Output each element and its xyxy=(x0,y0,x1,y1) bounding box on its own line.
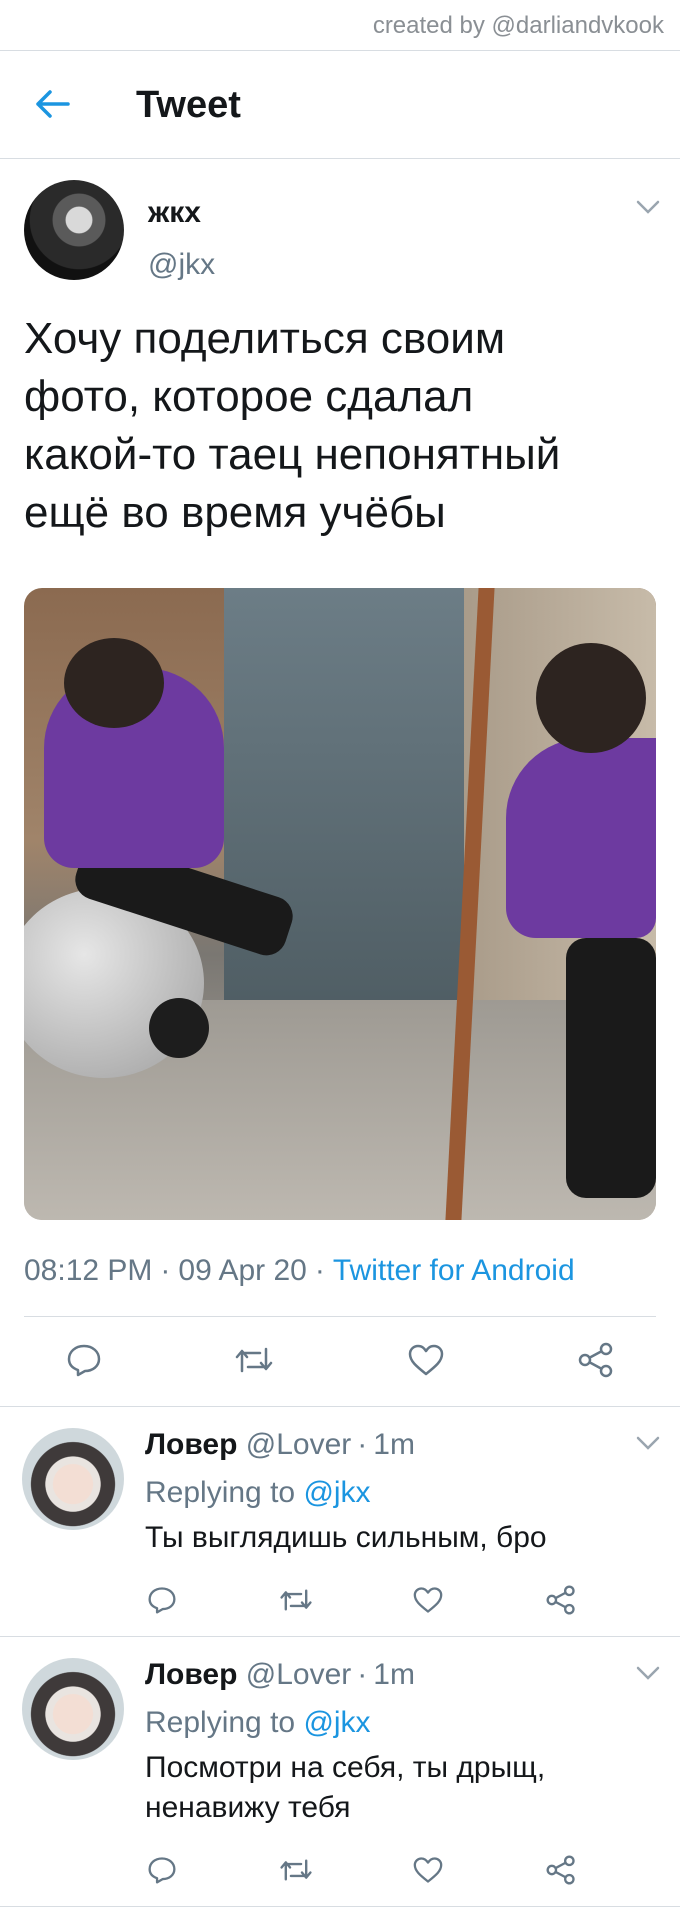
photo-kettlebell xyxy=(149,998,209,1058)
reply-avatar[interactable] xyxy=(22,1428,124,1530)
tweet-text-line: Хочу поделиться своим xyxy=(24,314,506,363)
reply-author-handle[interactable]: @Lover xyxy=(246,1428,352,1461)
author-name[interactable]: жкх xyxy=(148,196,201,230)
reply-text-line: ненавижу тебя xyxy=(145,1791,351,1824)
photo-person-head xyxy=(64,638,164,728)
meta-separator: · xyxy=(357,1658,368,1691)
tweet-photo[interactable] xyxy=(24,588,656,1220)
replying-to: Replying to @jkx xyxy=(145,1476,371,1510)
share-icon[interactable] xyxy=(533,1842,589,1898)
divider xyxy=(0,1906,680,1907)
reply-header: Ловер @Lover · 1m xyxy=(145,1658,415,1692)
tweet-meta: 08:12 PM · 09 Apr 20 · Twitter for Android xyxy=(24,1254,575,1288)
like-icon[interactable] xyxy=(398,1332,454,1388)
author-avatar[interactable] xyxy=(24,180,124,280)
tweet-text-line: фото, которое сдалал xyxy=(24,372,474,421)
meta-separator: · xyxy=(160,1254,171,1287)
replying-label: Replying to xyxy=(145,1476,296,1509)
meta-separator: · xyxy=(314,1254,325,1287)
reply-icon[interactable] xyxy=(134,1842,190,1898)
reply-author-name[interactable]: Ловер xyxy=(145,1658,237,1691)
reply-header: Ловер @Lover · 1m xyxy=(145,1428,415,1462)
reply-actions xyxy=(0,1842,680,1898)
divider xyxy=(0,1406,680,1407)
author-handle[interactable]: @jkx xyxy=(148,248,215,282)
tweet-text-line: ещё во время учёбы xyxy=(24,488,446,537)
share-icon[interactable] xyxy=(568,1332,624,1388)
tweet-text: Хочу поделиться своим фото, которое сдал… xyxy=(24,310,654,542)
reply-text: Посмотри на себя, ты дрыщ, ненавижу тебя xyxy=(145,1748,545,1828)
retweet-icon[interactable] xyxy=(268,1572,324,1628)
page-title: Tweet xyxy=(136,84,241,126)
tweet-source-link[interactable]: Twitter for Android xyxy=(333,1254,575,1287)
photo-reflection-body xyxy=(506,738,656,938)
back-arrow-icon[interactable] xyxy=(32,88,72,120)
reply-avatar[interactable] xyxy=(22,1658,124,1760)
chevron-down-icon[interactable] xyxy=(636,1666,660,1680)
photo-reflection-legs xyxy=(566,938,656,1198)
photo-mirror xyxy=(224,588,464,1058)
meta-separator: · xyxy=(357,1428,368,1461)
reply-time: 1m xyxy=(373,1428,415,1461)
reply-actions xyxy=(0,1572,680,1628)
top-bar: Tweet xyxy=(0,50,680,158)
tweet-date: 09 Apr 20 xyxy=(178,1254,307,1287)
reply-author-handle[interactable]: @Lover xyxy=(246,1658,352,1691)
reply-author-name[interactable]: Ловер xyxy=(145,1428,237,1461)
creator-watermark: created by @darliandvkook xyxy=(372,12,664,39)
tweet-text-line: какой-то таец непонятный xyxy=(24,430,561,479)
reply-icon[interactable] xyxy=(134,1572,190,1628)
chevron-down-icon[interactable] xyxy=(636,1436,660,1450)
reply-text-line: Ты выглядишь сильным, бро xyxy=(145,1521,547,1554)
chevron-down-icon[interactable] xyxy=(636,200,660,214)
retweet-icon[interactable] xyxy=(268,1842,324,1898)
replying-to: Replying to @jkx xyxy=(145,1706,371,1740)
reply-text: Ты выглядишь сильным, бро xyxy=(145,1518,547,1558)
replying-to-link[interactable]: @jkx xyxy=(303,1706,370,1739)
like-icon[interactable] xyxy=(400,1842,456,1898)
reply-time: 1m xyxy=(373,1658,415,1691)
retweet-icon[interactable] xyxy=(226,1332,282,1388)
like-icon[interactable] xyxy=(400,1572,456,1628)
replying-label: Replying to xyxy=(145,1706,296,1739)
divider xyxy=(24,1316,656,1317)
share-icon[interactable] xyxy=(533,1572,589,1628)
tweet-actions xyxy=(0,1332,680,1388)
reply-text-line: Посмотри на себя, ты дрыщ, xyxy=(145,1751,546,1784)
photo-reflection-head xyxy=(536,643,646,753)
tweet-time: 08:12 PM xyxy=(24,1254,153,1287)
divider xyxy=(0,1636,680,1637)
reply-icon[interactable] xyxy=(56,1332,112,1388)
divider xyxy=(0,158,680,159)
replying-to-link[interactable]: @jkx xyxy=(303,1476,370,1509)
